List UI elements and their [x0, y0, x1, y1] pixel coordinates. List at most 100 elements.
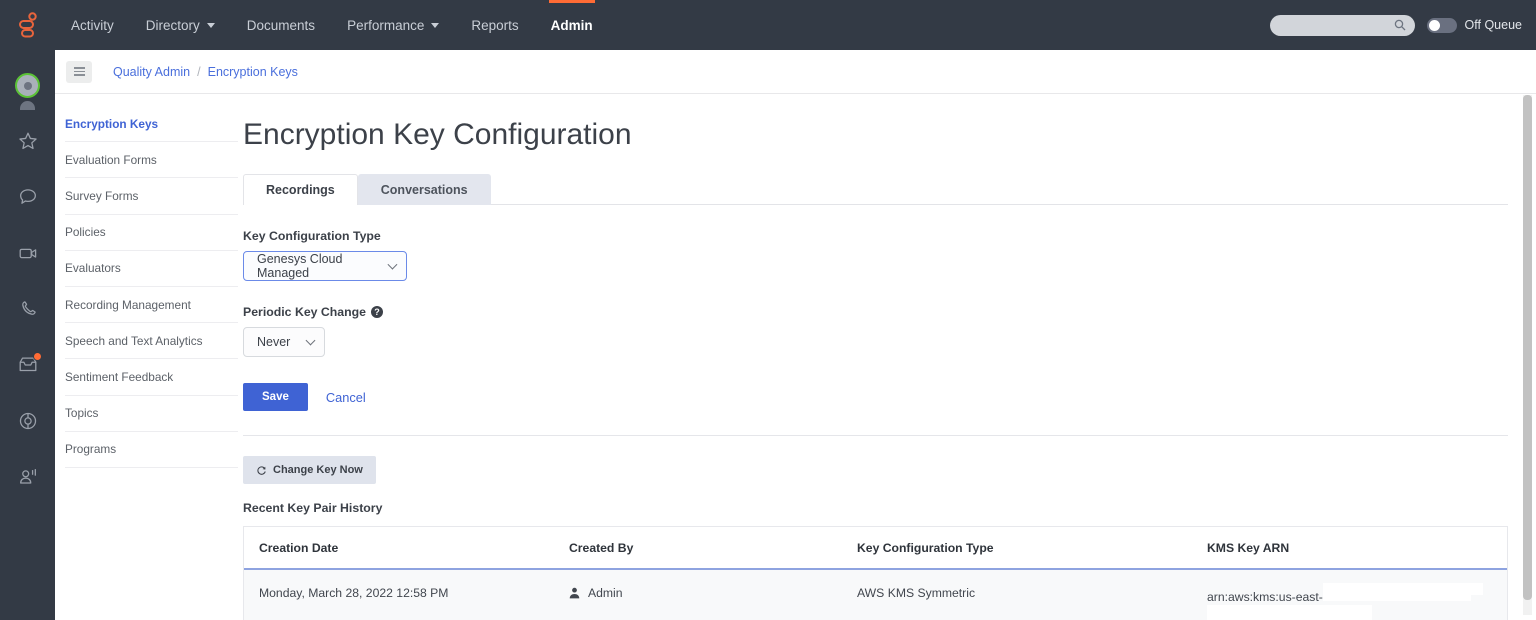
- rail-item-phone[interactable]: [0, 281, 55, 337]
- hamburger-line: [74, 74, 85, 76]
- star-icon: [17, 130, 39, 152]
- cell-kms-key-arn: arn:aws:kms:us-east-1:: [1192, 570, 1507, 620]
- tab-recordings[interactable]: Recordings: [243, 174, 358, 205]
- redaction-overlay: [1323, 592, 1471, 601]
- redaction-overlay: [1207, 605, 1372, 620]
- chat-bubble-icon: [17, 186, 39, 208]
- key-config-type-label-text: Key Configuration Type: [243, 229, 381, 243]
- nav-item-performance[interactable]: Performance: [331, 0, 455, 50]
- off-queue-toggle[interactable]: Off Queue: [1427, 18, 1522, 33]
- target-icon: [17, 410, 39, 432]
- form-actions: Save Cancel: [243, 383, 1528, 411]
- sidebar-item-label: Encryption Keys: [65, 117, 158, 131]
- search-container: [1270, 15, 1415, 36]
- sidebar-item-survey-forms[interactable]: Survey Forms: [65, 178, 238, 214]
- genesys-logo-icon: [18, 12, 38, 38]
- breadcrumb-separator: /: [197, 65, 200, 79]
- left-icon-rail: [0, 50, 55, 620]
- content-tabs: Recordings Conversations: [243, 174, 1508, 205]
- column-header-creation-date[interactable]: Creation Date: [244, 527, 554, 568]
- sidebar-item-label: Programs: [65, 442, 116, 456]
- phone-icon: [17, 298, 39, 320]
- sidebar-item-encryption-keys[interactable]: Encryption Keys: [65, 106, 238, 142]
- breadcrumb-parent-link[interactable]: Quality Admin: [113, 65, 190, 79]
- hamburger-line: [74, 67, 85, 69]
- sidebar-item-label: Recording Management: [65, 298, 191, 312]
- quality-admin-subnav: Encryption Keys Evaluation Forms Survey …: [55, 94, 238, 620]
- cancel-button[interactable]: Cancel: [326, 390, 366, 405]
- key-config-type-select[interactable]: Genesys Cloud Managed: [243, 251, 407, 281]
- rail-item-chat[interactable]: [0, 169, 55, 225]
- hamburger-icon[interactable]: [66, 61, 92, 83]
- rail-item-favorites[interactable]: [0, 113, 55, 169]
- section-divider: [243, 435, 1508, 436]
- toggle-knob: [1429, 20, 1440, 31]
- inbox-notification-badge: [33, 352, 42, 361]
- periodic-key-change-select[interactable]: Never: [243, 327, 325, 357]
- sidebar-item-label: Policies: [65, 225, 106, 239]
- avatar-icon: [15, 73, 40, 98]
- sidebar-item-label: Survey Forms: [65, 189, 138, 203]
- chevron-down-icon: [431, 23, 439, 28]
- nav-item-activity[interactable]: Activity: [55, 0, 130, 50]
- nav-item-directory-label: Directory: [146, 18, 200, 33]
- sidebar-item-label: Sentiment Feedback: [65, 370, 173, 384]
- page-title: Encryption Key Configuration: [243, 118, 1528, 152]
- tab-conversations[interactable]: Conversations: [358, 174, 491, 205]
- genesys-logo[interactable]: [0, 0, 55, 50]
- column-header-created-by[interactable]: Created By: [554, 527, 842, 568]
- sidebar-item-evaluators[interactable]: Evaluators: [65, 251, 238, 287]
- nav-item-reports[interactable]: Reports: [455, 0, 534, 50]
- nav-item-admin[interactable]: Admin: [535, 0, 609, 50]
- nav-item-reports-label: Reports: [471, 18, 518, 33]
- save-button[interactable]: Save: [243, 383, 308, 411]
- help-icon[interactable]: ?: [371, 306, 383, 318]
- sidebar-item-label: Speech and Text Analytics: [65, 334, 203, 348]
- avatar-head: [24, 82, 32, 90]
- person-icon: [569, 587, 580, 599]
- rail-item-avatar[interactable]: [0, 57, 55, 113]
- periodic-key-change-value: Never: [257, 335, 290, 349]
- sidebar-item-policies[interactable]: Policies: [65, 215, 238, 251]
- rail-item-video[interactable]: [0, 225, 55, 281]
- sidebar-item-sentiment-feedback[interactable]: Sentiment Feedback: [65, 359, 238, 395]
- arn-visible-text: arn:aws:kms:us-east-1:: [1207, 590, 1333, 604]
- nav-item-directory[interactable]: Directory: [130, 0, 231, 50]
- breadcrumb-current-link[interactable]: Encryption Keys: [208, 65, 298, 79]
- column-header-kms-key-arn[interactable]: KMS Key ARN: [1192, 527, 1507, 568]
- rail-item-target[interactable]: [0, 393, 55, 449]
- page-scrollbar-thumb[interactable]: [1523, 95, 1532, 600]
- toggle-track: [1427, 18, 1457, 33]
- cell-created-by: Admin: [554, 570, 842, 620]
- nav-item-documents[interactable]: Documents: [231, 0, 331, 50]
- video-camera-icon: [17, 242, 39, 264]
- top-nav-items: Activity Directory Documents Performance…: [55, 0, 609, 50]
- key-pair-history-table: Creation Date Created By Key Configurati…: [243, 526, 1508, 620]
- table-row[interactable]: Monday, March 28, 2022 12:58 PM Admin AW…: [244, 570, 1507, 620]
- column-header-key-configuration-type[interactable]: Key Configuration Type: [842, 527, 1192, 568]
- rail-item-inbox[interactable]: [0, 337, 55, 393]
- top-navigation-bar: Activity Directory Documents Performance…: [0, 0, 1536, 50]
- sidebar-item-topics[interactable]: Topics: [65, 396, 238, 432]
- hamburger-line: [74, 71, 85, 73]
- sidebar-item-evaluation-forms[interactable]: Evaluation Forms: [65, 142, 238, 178]
- tab-recordings-label: Recordings: [266, 183, 335, 197]
- nav-item-activity-label: Activity: [71, 18, 114, 33]
- sidebar-item-speech-and-text-analytics[interactable]: Speech and Text Analytics: [65, 323, 238, 359]
- change-key-now-button[interactable]: Change Key Now: [243, 456, 376, 484]
- search-input[interactable]: [1270, 15, 1415, 36]
- key-config-type-label: Key Configuration Type: [243, 229, 1528, 243]
- person-speaking-icon: [17, 466, 39, 488]
- chevron-down-icon: [207, 23, 215, 28]
- top-nav-right-group: Off Queue: [1270, 15, 1536, 36]
- periodic-key-change-label-text: Periodic Key Change: [243, 305, 366, 319]
- main-content: Encryption Key Configuration Recordings …: [238, 94, 1528, 620]
- refresh-icon: [256, 465, 267, 476]
- sidebar-item-recording-management[interactable]: Recording Management: [65, 287, 238, 323]
- rail-item-person-speaking[interactable]: [0, 449, 55, 505]
- history-section-title: Recent Key Pair History: [243, 501, 1528, 515]
- sidebar-item-programs[interactable]: Programs: [65, 432, 238, 468]
- sidebar-item-label: Topics: [65, 406, 98, 420]
- page-scrollbar[interactable]: [1523, 95, 1532, 615]
- sidebar-item-label: Evaluation Forms: [65, 153, 157, 167]
